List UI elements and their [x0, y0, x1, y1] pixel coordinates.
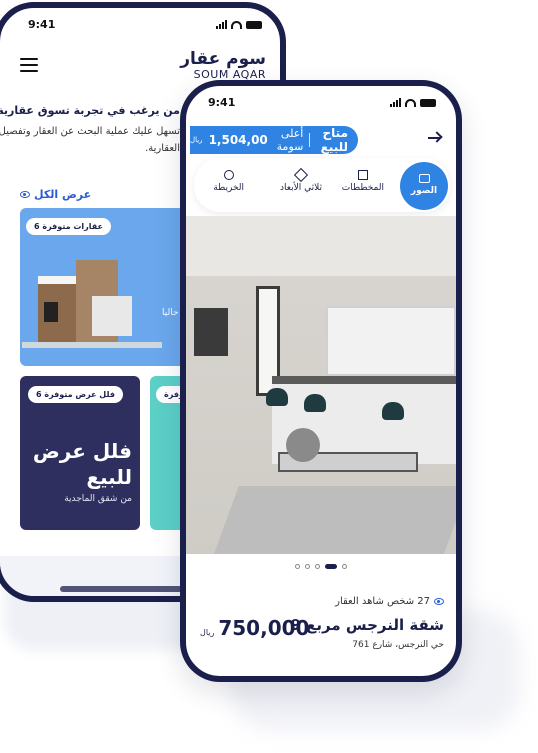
tab-map[interactable]: الخريطة — [213, 170, 244, 193]
carousel-dot[interactable] — [342, 564, 347, 569]
carousel-dot[interactable] — [295, 564, 300, 569]
status-time: 9:41 — [28, 18, 56, 31]
battery-icon — [420, 98, 436, 107]
highest-bid-currency: ريال — [190, 136, 203, 144]
intro-text: تسهل عليك عملية البحث عن العقار وتفصيل ا… — [0, 126, 180, 154]
tab-3d[interactable]: ثلاثي الأبعاد — [280, 167, 322, 193]
price-amount: 750,000 — [218, 616, 310, 640]
logo-arabic: سوم عقار — [180, 49, 266, 69]
front-phone: 9:41 متاح للبيع أعلى سومة 1,504,00 ريال … — [180, 80, 462, 682]
camera-icon — [418, 174, 430, 183]
view-all-link[interactable]: عرض الكل — [20, 188, 91, 201]
media-tabs: الصور المخططات ثلاثي الأبعاد الخريطة — [194, 158, 450, 212]
carousel-dot[interactable] — [325, 564, 337, 569]
highest-bid-label: أعلى سومة — [276, 127, 304, 153]
tab-photos[interactable]: الصور — [400, 162, 448, 210]
footer-text-hint — [60, 586, 200, 592]
map-pin-icon — [223, 170, 234, 180]
highest-bid-amount: 1,504,00 — [208, 133, 268, 147]
property-card-villas[interactable]: 6 فلل عرض متوفرة فلل عرض للبيع من شقق ال… — [20, 376, 140, 530]
card-text: حاليا — [162, 308, 179, 318]
eye-icon — [20, 191, 30, 198]
eye-icon — [434, 598, 444, 605]
wifi-icon — [231, 20, 242, 29]
card-badge: 6 عقارات متوفرة — [26, 218, 111, 235]
view-all-label: عرض الكل — [34, 188, 92, 201]
viewers-label: 27 شخص شاهد العقار — [335, 596, 430, 607]
property-title: شقة النرجس مربع 9 — [290, 616, 445, 634]
viewers-count: 27 شخص شاهد العقار — [335, 596, 444, 607]
tab-plans[interactable]: المخططات — [342, 170, 384, 193]
price-currency: ريال — [200, 628, 215, 637]
property-photo[interactable] — [186, 216, 456, 554]
pill-divider — [309, 133, 310, 147]
app-logo: سوم عقار SOUM AQAR — [180, 50, 266, 81]
property-price: ريال 750,000 — [200, 616, 309, 640]
cube-icon — [293, 167, 309, 183]
house-illustration — [22, 246, 162, 348]
tab-label: المخططات — [341, 183, 384, 193]
stage: 9:41 سوم عقار SOUM AQAR من يرغب في تجربة… — [0, 0, 538, 753]
listing-status: متاح للبيع — [320, 126, 348, 154]
tab-label: الخريطة — [213, 183, 244, 193]
intro-section: من يرغب في تجربة تسوق عقارية تسهل عليك ع… — [0, 104, 180, 157]
tab-label: ثلاثي الأبعاد — [280, 183, 322, 193]
battery-icon — [246, 20, 262, 29]
back-arrow-icon[interactable] — [428, 130, 444, 146]
carousel-dots[interactable] — [186, 564, 456, 569]
signal-icon — [390, 98, 401, 107]
status-icons — [390, 98, 436, 107]
signal-icon — [216, 20, 227, 29]
card-title: فلل عرض للبيع — [32, 439, 132, 489]
status-bar: 9:41 — [22, 18, 262, 34]
status-bar: 9:41 — [208, 96, 436, 112]
status-icons — [216, 20, 262, 29]
property-address: حي النرجس، شارع 761 — [352, 640, 444, 650]
tab-label: الصور — [410, 186, 438, 196]
intro-title: من يرغب في تجربة تسوق عقارية — [0, 104, 180, 117]
card-badge: 6 فلل عرض متوفرة — [28, 386, 123, 403]
wifi-icon — [405, 98, 416, 107]
menu-icon[interactable] — [20, 58, 38, 72]
plan-icon — [357, 170, 368, 180]
listing-price-pill: متاح للبيع أعلى سومة 1,504,00 ريال — [190, 126, 358, 154]
carousel-dot[interactable] — [315, 564, 320, 569]
carousel-dot[interactable] — [305, 564, 310, 569]
card-subtitle: من شقق الماجدية — [64, 494, 132, 504]
status-time: 9:41 — [208, 96, 236, 109]
